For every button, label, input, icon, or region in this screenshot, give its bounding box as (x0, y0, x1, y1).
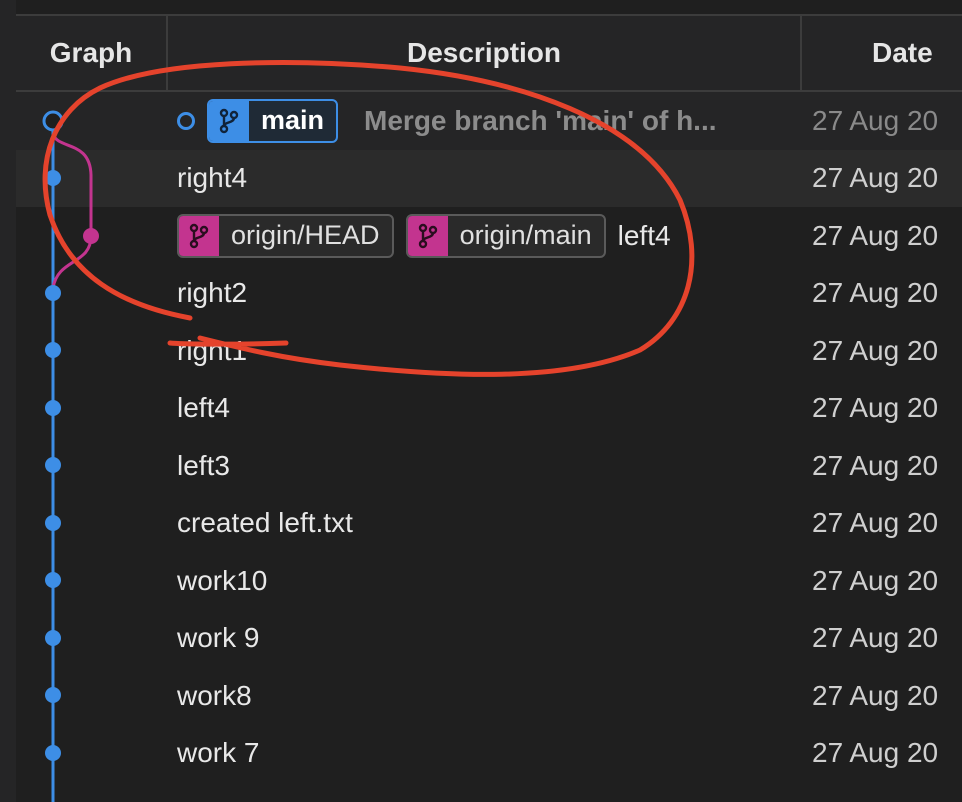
commit-dot-icon (45, 457, 61, 473)
commit-dot-icon (45, 572, 61, 588)
commit-dot-icon (83, 228, 99, 244)
git-graph-view: Graph Description Date main Merge branch… (0, 0, 962, 802)
head-ring-icon (42, 110, 64, 132)
commit-dot-icon (45, 745, 61, 761)
commit-graph (42, 110, 99, 802)
commit-dot-icon (45, 400, 61, 416)
commit-dot-icon (45, 515, 61, 531)
commit-dot-icon (45, 170, 61, 186)
merged-branch-line (51, 133, 93, 289)
commit-dot-icon (45, 342, 61, 358)
commit-dot-icon (45, 630, 61, 646)
commit-dot-icon (45, 285, 61, 301)
commit-dot-icon (45, 687, 61, 703)
